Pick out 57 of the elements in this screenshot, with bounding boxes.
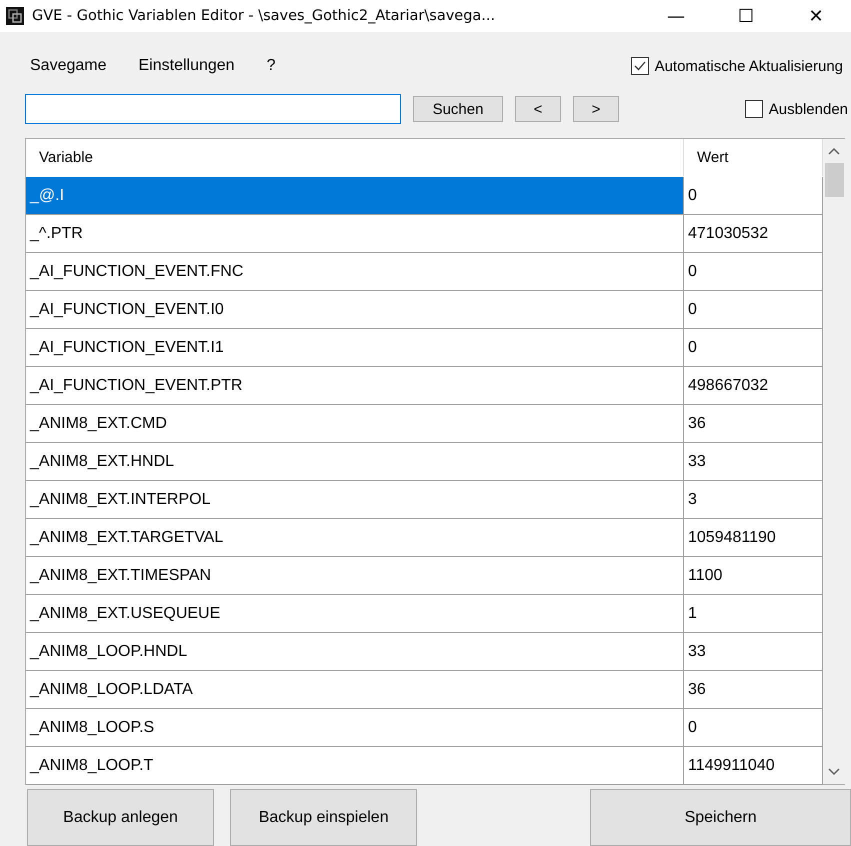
menu-item[interactable]: Savegame [30, 57, 106, 75]
table-cell[interactable]: 0 [684, 177, 823, 215]
action-button[interactable]: Speichern [590, 789, 851, 846]
checkbox[interactable] [744, 100, 763, 118]
table-cell[interactable]: _@.I [26, 177, 684, 215]
app-logo-icon [6, 7, 24, 25]
next-button[interactable]: > [573, 96, 619, 122]
table-cell[interactable]: _AI_FUNCTION_EVENT.PTR [26, 367, 684, 405]
table-cell[interactable]: 498667032 [684, 367, 823, 405]
table-cell[interactable]: _ANIM8_LOOP.S [26, 709, 684, 747]
checkmark-icon [634, 61, 646, 71]
window-title: GVE - Gothic Variablen Editor - \saves_Gothic2_Atariar\savega... [32, 8, 496, 24]
table-cell[interactable]: 1100 [684, 557, 823, 595]
table-cell[interactable]: _ANIM8_EXT.CMD [26, 405, 684, 443]
table-cell[interactable]: _ANIM8_EXT.USEQUEUE [26, 595, 684, 633]
action-button[interactable]: Backup einspielen [230, 789, 418, 846]
table-cell[interactable]: _AI_FUNCTION_EVENT.I0 [26, 291, 684, 329]
menu-item[interactable]: Einstellungen [138, 57, 235, 75]
table-cell[interactable]: 1059481190 [684, 519, 823, 557]
checkbox-label: Automatische Aktualisierung [654, 58, 843, 74]
search-field[interactable] [25, 94, 401, 124]
table-cell[interactable]: _ANIM8_EXT.TARGETVAL [26, 519, 684, 557]
search-button[interactable]: Suchen [413, 96, 503, 122]
previous-button[interactable]: < [515, 96, 561, 122]
table-cell[interactable]: 33 [684, 633, 823, 671]
table-cell[interactable]: 0 [684, 329, 823, 367]
table-cell[interactable]: 0 [684, 253, 823, 291]
table-cell[interactable]: 1 [684, 595, 823, 633]
table-cell[interactable]: 3 [684, 481, 823, 519]
scroll-thumb[interactable] [824, 163, 844, 197]
scroll-up-icon[interactable] [828, 147, 840, 155]
action-button[interactable]: Backup anlegen [27, 789, 214, 846]
table-cell[interactable]: 1149911040 [684, 747, 823, 785]
column-header[interactable]: Variable [26, 139, 684, 176]
checkbox-label: Ausblenden [768, 100, 848, 118]
minimize-button[interactable]: — [641, 0, 711, 32]
table-cell[interactable]: 33 [684, 443, 823, 481]
table-cell[interactable]: 36 [684, 405, 823, 443]
table-cell[interactable]: _ANIM8_EXT.TIMESPAN [26, 557, 684, 595]
table-cell[interactable]: _ANIM8_LOOP.LDATA [26, 671, 684, 709]
table-cell[interactable]: _^.PTR [26, 215, 684, 253]
menu-item[interactable]: ? [266, 57, 276, 75]
table-cell[interactable]: 0 [684, 709, 823, 747]
table-cell[interactable]: _AI_FUNCTION_EVENT.FNC [26, 253, 684, 291]
checkbox[interactable] [630, 57, 649, 75]
scrollbar[interactable] [823, 139, 845, 784]
maximize-button[interactable]: ☐ [711, 0, 781, 32]
table-cell[interactable]: 0 [684, 291, 823, 329]
table-cell[interactable]: _AI_FUNCTION_EVENT.I1 [26, 329, 684, 367]
close-button[interactable]: ✕ [781, 0, 851, 32]
table-cell[interactable]: _ANIM8_EXT.INTERPOL [26, 481, 684, 519]
table-cell[interactable]: _ANIM8_LOOP.T [26, 747, 684, 785]
scroll-down-icon[interactable] [828, 768, 840, 776]
table-cell[interactable]: 471030532 [684, 215, 823, 253]
table-cell[interactable]: _ANIM8_EXT.HNDL [26, 443, 684, 481]
table-cell[interactable]: 36 [684, 671, 823, 709]
table-cell[interactable]: _ANIM8_LOOP.HNDL [26, 633, 684, 671]
